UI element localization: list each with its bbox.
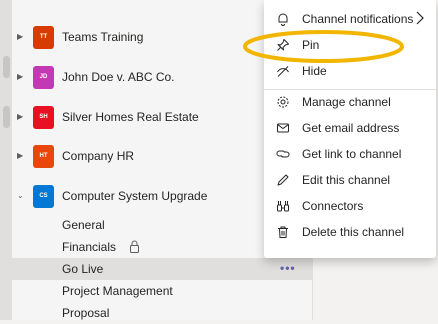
channel-item-project-management[interactable]: Project Management — [12, 280, 312, 302]
team-avatar: JD — [33, 66, 54, 89]
team-name: Silver Homes Real Estate — [62, 110, 199, 124]
menu-item-label: Manage channel — [302, 95, 391, 109]
highlight-oval — [243, 30, 404, 63]
channel-item-go-live[interactable]: Go Live ••• — [12, 258, 312, 280]
link-icon — [276, 150, 290, 158]
menu-item-label: Connectors — [302, 199, 364, 213]
team-name: Computer System Upgrade — [62, 189, 208, 203]
hide-icon — [277, 66, 289, 77]
chevron-right-icon[interactable]: ▶ — [17, 32, 23, 42]
team-avatar: SH — [33, 106, 54, 129]
menu-item-get-email-address[interactable]: Get email address — [264, 116, 436, 142]
menu-item-edit-this-channel[interactable]: Edit this channel — [264, 168, 436, 194]
menu-item-get-link-to-channel[interactable]: Get link to channel — [264, 142, 436, 168]
channel-label: Proposal — [62, 306, 110, 320]
channel-label: Project Management — [62, 284, 173, 298]
menu-item-label: Get email address — [302, 121, 400, 135]
team-avatar: TT — [33, 26, 54, 49]
channel-item-proposal[interactable]: Proposal — [12, 302, 312, 324]
channel-label: Go Live — [62, 262, 104, 276]
team-name: Company HR — [62, 149, 135, 163]
chevron-right-icon[interactable]: ▶ — [17, 72, 23, 82]
team-name: John Doe v. ABC Co. — [62, 70, 175, 84]
menu-item-label: Delete this channel — [302, 225, 405, 239]
team-avatar: HT — [33, 145, 54, 168]
menu-item-label: Channel notifications — [302, 12, 414, 26]
connectors-icon — [277, 201, 289, 212]
gear-icon — [277, 96, 289, 108]
channel-label: General — [62, 218, 105, 232]
left-edge — [0, 0, 12, 320]
trash-icon — [278, 226, 288, 238]
menu-item-delete-this-channel[interactable]: Delete this channel — [264, 220, 436, 246]
chevron-down-icon[interactable]: ⌄ — [17, 191, 24, 201]
more-options-icon[interactable]: ••• — [280, 258, 296, 278]
menu-item-label: Edit this channel — [302, 173, 391, 187]
chevron-right-icon[interactable]: ▶ — [17, 151, 23, 161]
team-name: Teams Training — [62, 30, 144, 44]
channel-label: Financials — [62, 240, 117, 254]
mail-icon — [277, 123, 289, 133]
lock-icon — [130, 240, 139, 253]
bell-icon — [278, 13, 288, 26]
submenu-arrow-icon — [416, 11, 424, 25]
menu-item-manage-channel[interactable]: Manage channel — [264, 90, 436, 116]
menu-item-connectors[interactable]: Connectors — [264, 194, 436, 220]
menu-item-label: Hide — [302, 64, 327, 78]
edge-marker — [3, 106, 10, 128]
edge-marker — [3, 56, 10, 78]
chevron-right-icon[interactable]: ▶ — [17, 112, 23, 122]
menu-item-label: Get link to channel — [302, 147, 402, 161]
team-avatar: CS — [33, 185, 54, 208]
pencil-icon — [277, 174, 289, 186]
